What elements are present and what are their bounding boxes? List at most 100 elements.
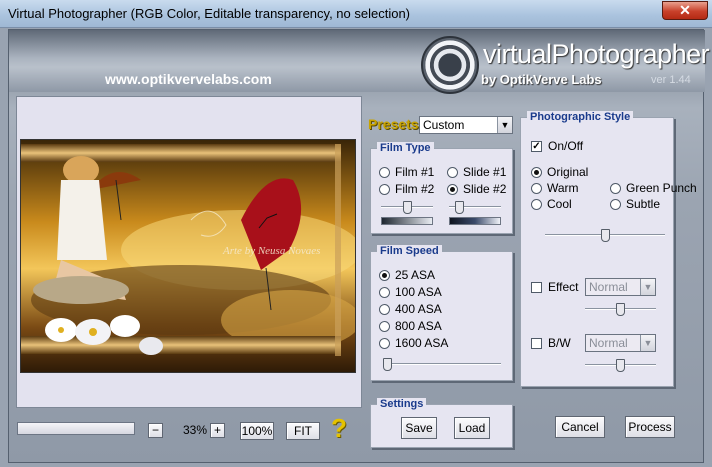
radio-label: 25 ASA: [395, 268, 436, 282]
radio-dot: [379, 303, 390, 315]
settings-title: Settings: [377, 398, 427, 410]
check-mark-icon: ✓: [531, 140, 542, 152]
load-button[interactable]: Load: [454, 417, 490, 439]
zoom-out-button[interactable]: −: [148, 423, 163, 438]
photographic-style-title: Photographic Style: [527, 111, 634, 123]
zoom-scrollbar[interactable]: [17, 422, 135, 435]
checkbox-label: B/W: [548, 336, 571, 350]
radio-label: Slide #2: [463, 182, 507, 196]
film-speed-title: Film Speed: [377, 245, 442, 257]
film-type-group: Film Type Film #1 Slide #1 Film #2 Slide…: [370, 142, 513, 234]
style-strength-slider[interactable]: [545, 229, 665, 242]
slider-track: [383, 363, 501, 365]
radio-dot: [610, 198, 621, 210]
slide-2-radio[interactable]: Slide #2: [447, 182, 506, 196]
radio-dot: [379, 337, 390, 349]
cancel-button[interactable]: Cancel: [555, 416, 605, 438]
film-speed-slider[interactable]: [383, 358, 501, 371]
asa-800-radio[interactable]: 800 ASA: [379, 319, 442, 333]
style-green-punch-radio[interactable]: Green Punch: [610, 181, 697, 195]
film-gradient-bar: [381, 217, 433, 225]
bw-checkbox[interactable]: B/W: [531, 336, 571, 350]
chevron-down-icon: ▼: [640, 279, 655, 295]
radio-dot: [531, 198, 542, 210]
slider-thumb[interactable]: [616, 359, 625, 372]
radio-dot: [531, 166, 542, 178]
asa-400-radio[interactable]: 400 ASA: [379, 302, 442, 316]
logo-title: virtualPhotographer: [483, 39, 710, 69]
bw-mode-value: Normal: [589, 336, 628, 350]
radio-dot: [610, 182, 621, 194]
presets-selected: Custom: [423, 118, 465, 132]
window-title: Virtual Photographer (RGB Color, Editabl…: [8, 6, 411, 21]
logo-subtitle: by OptikVerve Labs: [481, 72, 602, 87]
radio-label: Cool: [547, 197, 572, 211]
save-button[interactable]: Save: [401, 417, 437, 439]
effect-checkbox[interactable]: Effect: [531, 280, 578, 294]
slide-1-radio[interactable]: Slide #1: [447, 165, 506, 179]
settings-group: Settings Save Load: [370, 398, 513, 448]
film-type-title: Film Type: [377, 142, 434, 154]
radio-label: 1600 ASA: [395, 336, 449, 350]
header-band: www.optikvervelabs.com virtualPhotograph…: [9, 30, 710, 94]
radio-label: Slide #1: [463, 165, 507, 179]
slider-thumb[interactable]: [601, 229, 610, 242]
slide-slider[interactable]: [449, 201, 501, 214]
radio-label: 400 ASA: [395, 302, 442, 316]
radio-label: Original: [547, 165, 589, 179]
help-icon[interactable]: ?: [331, 413, 347, 444]
preview-image[interactable]: Arte by Neusa Novaes: [20, 139, 356, 373]
radio-dot: [379, 320, 390, 332]
slider-thumb[interactable]: [403, 201, 412, 214]
presets-label: Presets: [368, 116, 419, 132]
radio-label: 800 ASA: [395, 319, 442, 333]
style-subtle-radio[interactable]: Subtle: [610, 197, 660, 211]
radio-dot: [379, 166, 390, 178]
radio-dot: [379, 183, 390, 195]
close-button[interactable]: ✕: [662, 1, 708, 20]
website-link[interactable]: www.optikvervelabs.com: [105, 71, 272, 87]
chevron-down-icon: ▼: [640, 335, 655, 351]
presets-dropdown[interactable]: Custom ▼: [419, 116, 513, 134]
radio-label: Film #1: [395, 165, 435, 179]
effect-mode-value: Normal: [589, 280, 628, 294]
film-slider[interactable]: [381, 201, 433, 214]
radio-dot: [379, 269, 390, 281]
checkbox-box: [531, 337, 542, 349]
radio-dot: [531, 182, 542, 194]
process-button[interactable]: Process: [625, 416, 675, 438]
style-warm-radio[interactable]: Warm: [531, 181, 579, 195]
asa-100-radio[interactable]: 100 ASA: [379, 285, 442, 299]
checkbox-box: [531, 281, 542, 293]
effect-mode-dropdown[interactable]: Normal ▼: [585, 278, 656, 296]
checkbox-label: On/Off: [548, 139, 584, 153]
radio-dot: [447, 183, 458, 195]
film-2-radio[interactable]: Film #2: [379, 182, 434, 196]
radio-label: Subtle: [626, 197, 661, 211]
radio-dot: [379, 286, 390, 298]
style-cool-radio[interactable]: Cool: [531, 197, 572, 211]
asa-1600-radio[interactable]: 1600 ASA: [379, 336, 448, 350]
effect-slider[interactable]: [585, 303, 656, 316]
slider-thumb[interactable]: [455, 201, 464, 214]
film-speed-group: Film Speed 25 ASA 100 ASA 400 ASA 800 AS…: [370, 245, 513, 381]
film-1-radio[interactable]: Film #1: [379, 165, 434, 179]
bw-slider[interactable]: [585, 359, 656, 372]
zoom-in-button[interactable]: +: [210, 423, 225, 438]
version-label: ver 1.44: [651, 74, 691, 86]
main-area: www.optikvervelabs.com virtualPhotograph…: [8, 29, 710, 463]
zoom-fit-button[interactable]: FIT: [286, 422, 320, 440]
onoff-checkbox[interactable]: ✓ On/Off: [531, 139, 583, 153]
preview-artwork: Arte by Neusa Novaes: [21, 140, 355, 372]
style-original-radio[interactable]: Original: [531, 165, 588, 179]
slider-thumb[interactable]: [616, 303, 625, 316]
title-bar[interactable]: Virtual Photographer (RGB Color, Editabl…: [0, 0, 712, 28]
logo-ring-icon: [421, 36, 479, 94]
bw-mode-dropdown[interactable]: Normal ▼: [585, 334, 656, 352]
zoom-100-button[interactable]: 100%: [240, 422, 274, 440]
watermark-text: Arte by Neusa Novaes: [222, 245, 320, 257]
asa-25-radio[interactable]: 25 ASA: [379, 268, 435, 282]
slider-thumb[interactable]: [383, 358, 392, 371]
radio-label: 100 ASA: [395, 285, 442, 299]
checkbox-label: Effect: [548, 280, 579, 294]
